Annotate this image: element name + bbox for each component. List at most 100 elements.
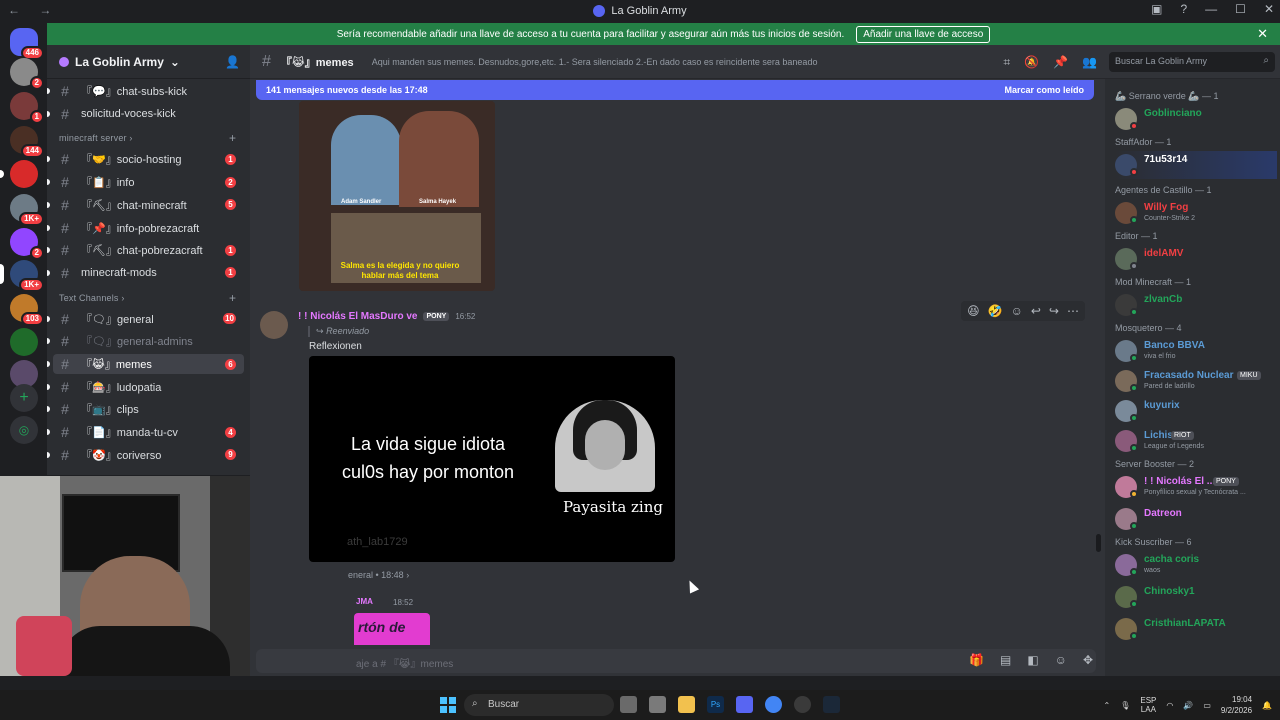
add-reaction-icon[interactable]: ☺ xyxy=(1011,304,1023,318)
member-item[interactable]: kuyurix xyxy=(1115,397,1277,425)
author-name[interactable]: ! ! Nicolás El MasDuro ve xyxy=(298,311,417,322)
search-input[interactable]: Buscar La Goblin Army ⌕ xyxy=(1109,52,1275,72)
home-icon[interactable]: 446 xyxy=(10,28,44,60)
channel-item[interactable]: # 『🤝』socio-hosting 1 xyxy=(47,149,244,169)
steam-icon[interactable] xyxy=(823,696,840,713)
video-embed[interactable]: La vida sigue idiota cul0s hay por monton… xyxy=(309,356,675,562)
member-item[interactable]: Banco BBVA viva el frio xyxy=(1115,337,1277,365)
channel-item[interactable]: # 『🗨』general-admins xyxy=(47,331,244,351)
app-icon[interactable] xyxy=(649,696,666,713)
author-name[interactable]: JMA xyxy=(356,597,373,606)
volume-icon[interactable]: 🔊 xyxy=(1183,701,1193,710)
member-item[interactable]: Goblinciano xyxy=(1115,105,1277,133)
notifications-tray-icon[interactable]: 🔔 xyxy=(1262,701,1272,710)
photoshop-icon[interactable]: Ps xyxy=(707,696,724,713)
member-item[interactable]: Datreon xyxy=(1115,505,1277,533)
channel-item[interactable]: # 『📺』clips xyxy=(47,399,244,419)
windows-start-icon[interactable] xyxy=(440,697,456,713)
add-channel-icon[interactable]: + xyxy=(229,131,236,145)
member-item[interactable]: idelAMV xyxy=(1115,245,1277,273)
member-item[interactable]: Lichis League of Legends RIOT xyxy=(1115,427,1277,455)
server-icon[interactable]: 144 xyxy=(10,126,44,158)
emoji-icon[interactable]: ☺ xyxy=(1055,653,1067,667)
file-explorer-icon[interactable] xyxy=(678,696,695,713)
server-icon[interactable]: 1K+ xyxy=(0,260,44,292)
reaction-icon[interactable]: 😆 xyxy=(967,304,980,318)
member-item[interactable]: Fracasado Nuclear Pared de ladrillo MIKU xyxy=(1115,367,1277,395)
channel-item[interactable]: # 『⛏』chat-pobrezacraft 1 xyxy=(47,240,244,260)
member-item[interactable]: ! ! Nicolás El ... Ponyfílico sexual y Te… xyxy=(1115,473,1277,501)
channel-item[interactable]: # 『📌』info-pobrezacraft xyxy=(47,218,244,238)
member-item[interactable]: cacha coris waos xyxy=(1115,551,1277,579)
server-icon[interactable]: 2 xyxy=(10,58,44,90)
server-icon[interactable] xyxy=(0,160,38,188)
channel-item[interactable]: # 『😹』memes 6 xyxy=(47,354,244,374)
battery-icon[interactable]: ▭ xyxy=(1203,701,1211,710)
guild-header[interactable]: La Goblin Army ⌄ 👤 xyxy=(47,45,250,79)
channel-item[interactable]: # 『📄』manda-tu-cv 4 xyxy=(47,422,244,442)
tray-arrow-icon[interactable]: ⌃ xyxy=(1104,701,1111,710)
member-item[interactable]: Chinosky1 xyxy=(1115,583,1277,611)
explore-icon[interactable]: ◎ xyxy=(10,416,38,444)
forward-source[interactable]: eneral • 18:48 › xyxy=(348,570,409,580)
mark-read-button[interactable]: Marcar como leído xyxy=(1004,85,1084,95)
add-server-icon[interactable]: + xyxy=(10,384,38,412)
server-icon[interactable] xyxy=(10,328,38,356)
minimize-button[interactable]: — xyxy=(1205,2,1217,16)
reaction-icon[interactable]: 🤣 xyxy=(988,304,1003,318)
member-list-icon[interactable]: 👥 xyxy=(1082,55,1097,70)
gift-icon[interactable]: 🎁 xyxy=(969,653,984,667)
channel-item[interactable]: # 『🗨』general 10 xyxy=(47,309,244,329)
task-view-icon[interactable] xyxy=(620,696,637,713)
channel-topic[interactable]: Aqui manden sus memes. Desnudos,gore,etc… xyxy=(372,57,818,67)
server-icon[interactable]: 103 xyxy=(10,294,44,326)
member-item[interactable]: CristhianLAPATA xyxy=(1115,615,1277,643)
chrome-icon[interactable] xyxy=(765,696,782,713)
scrollbar[interactable] xyxy=(1096,534,1101,552)
clock-time[interactable]: 19:04 xyxy=(1232,695,1252,704)
notifications-icon[interactable]: 🔕 xyxy=(1024,55,1039,70)
app-icon[interactable] xyxy=(794,696,811,713)
twitch-server-icon[interactable]: 2 xyxy=(10,228,44,260)
channel-item[interactable]: # 『🤡』coriverso 9 xyxy=(47,445,244,465)
threads-icon[interactable]: ⌗ xyxy=(1003,55,1010,70)
sticker-icon[interactable]: ◧ xyxy=(1027,653,1038,667)
nav-arrows[interactable]: ← → xyxy=(8,3,59,17)
channel-item[interactable]: # 『📋』info 2 xyxy=(47,172,244,192)
channel-category[interactable]: minecraft server › + xyxy=(59,131,236,145)
member-item[interactable]: Willy Fog Counter-Strike 2 xyxy=(1115,199,1277,227)
discord-taskbar-icon[interactable] xyxy=(736,696,753,713)
forward-icon[interactable]: ↪ xyxy=(1049,304,1059,318)
channel-item[interactable]: # 『⛏』chat-minecraft 5 xyxy=(47,195,244,215)
help-icon[interactable]: ? xyxy=(1180,2,1187,16)
add-channel-icon[interactable]: + xyxy=(229,291,236,305)
apps-icon[interactable]: ✥ xyxy=(1083,653,1093,667)
gif-icon[interactable]: ▤ xyxy=(1000,653,1011,667)
member-item[interactable]: zlvanCb xyxy=(1115,291,1277,319)
invite-people-icon[interactable]: 👤 xyxy=(225,55,240,69)
maximize-button[interactable]: ☐ xyxy=(1235,2,1246,16)
more-icon[interactable]: ⋯ xyxy=(1067,304,1079,318)
mic-icon[interactable]: 🎙 xyxy=(1120,701,1130,710)
server-icon[interactable]: 1K+ xyxy=(10,194,44,226)
close-notice-icon[interactable]: ✕ xyxy=(1257,26,1268,42)
meme-image[interactable]: Adam Sandler Salma Hayek Salma es la ele… xyxy=(299,101,495,291)
channel-item[interactable]: # solicitud-voces-kick xyxy=(47,104,244,124)
avatar[interactable] xyxy=(260,311,288,339)
reply-icon[interactable]: ↩ xyxy=(1031,304,1041,318)
channel-item[interactable]: # 『🎰』ludopatia xyxy=(47,377,244,397)
server-icon[interactable]: 1 xyxy=(10,92,44,124)
close-window-button[interactable]: ✕ xyxy=(1264,2,1274,16)
member-item[interactable]: 71u53r14 xyxy=(1115,151,1277,179)
add-passkey-button[interactable]: Añadir una llave de acceso xyxy=(856,25,991,43)
lang-indicator[interactable]: ESP xyxy=(1140,696,1156,705)
wifi-icon[interactable]: ◠ xyxy=(1166,701,1173,710)
pin-icon[interactable]: 📌 xyxy=(1053,55,1068,70)
channel-item[interactable]: # minecraft-mods 1 xyxy=(47,263,244,283)
sticker[interactable]: rtón de xyxy=(354,613,430,645)
taskbar-search[interactable]: ⌕ Buscar xyxy=(464,694,614,716)
channel-category[interactable]: Text Channels › + xyxy=(59,291,236,305)
inbox-icon[interactable]: ▣ xyxy=(1151,2,1162,16)
channel-item[interactable]: # 『💬』chat-subs-kick xyxy=(47,81,244,101)
new-messages-bar[interactable]: 141 mensajes nuevos desde las 17:48 Marc… xyxy=(256,80,1094,100)
